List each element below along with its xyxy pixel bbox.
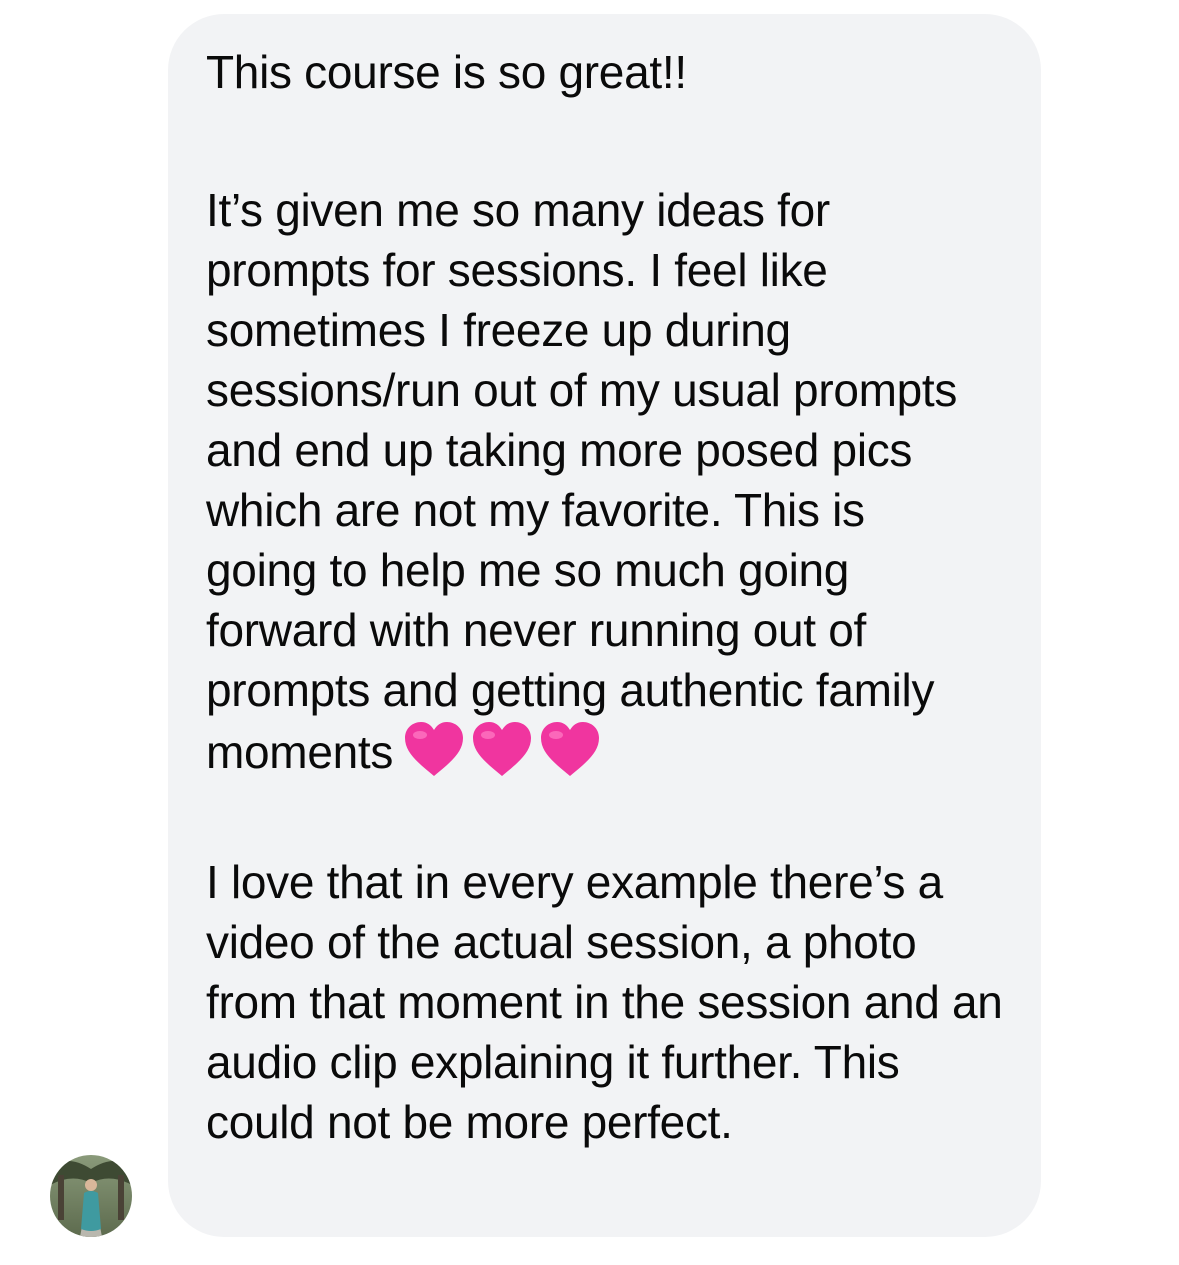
pink-heart-icon [403,720,465,778]
message-paragraph-1: This course is so great!! [206,46,687,98]
heart-emoji-group [403,720,607,792]
message-paragraph-3: I love that in every example there’s a v… [206,856,1003,1148]
sender-avatar[interactable] [50,1155,132,1237]
message-paragraph-2-text: It’s given me so many ideas for prompts … [206,184,958,778]
pink-heart-icon [471,720,533,778]
pink-heart-icon [539,720,601,778]
profile-photo-icon [50,1155,132,1237]
message-paragraph-2: It’s given me so many ideas for prompts … [206,180,986,792]
message-bubble[interactable]: This course is so great!! It’s given me … [168,14,1041,1237]
